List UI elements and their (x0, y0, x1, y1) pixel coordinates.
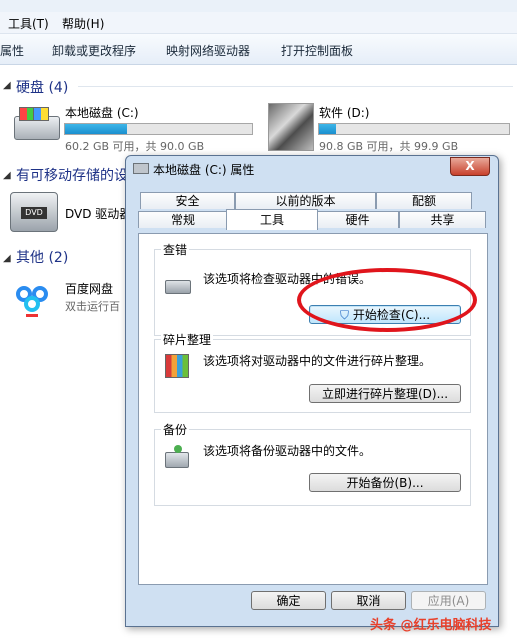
tab-tools[interactable]: 工具 (226, 209, 318, 230)
tab-security[interactable]: 安全 (140, 192, 235, 209)
check-disk-icon (165, 280, 191, 294)
defrag-desc: 该选项将对驱动器中的文件进行碎片整理。 (203, 354, 432, 368)
hard-drive-icon (14, 107, 60, 140)
close-button[interactable]: X (450, 157, 490, 176)
ok-button[interactable]: 确定 (251, 591, 326, 610)
highlight-annotation (297, 268, 477, 332)
group-divider (78, 86, 513, 87)
tab-hardware[interactable]: 硬件 (316, 211, 399, 228)
baidu-netdisk-icon (14, 278, 54, 318)
properties-dialog: 本地磁盘 (C:) 属性 X 安全 以前的版本 配额 常规 工具 硬件 共享 查… (125, 155, 499, 627)
group-hard-disk[interactable]: 硬盘 (4) (16, 77, 68, 97)
apply-button[interactable]: 应用(A) (411, 591, 486, 610)
dialog-title: 本地磁盘 (C:) 属性 (153, 163, 255, 177)
start-backup-button[interactable]: 开始备份(B)... (309, 473, 461, 492)
drive-icon (133, 163, 149, 174)
drive-d-usage-fill (319, 124, 337, 134)
backup-group: 备份 该选项将备份驱动器中的文件。 开始备份(B)... (154, 421, 471, 506)
error-check-legend: 查错 (161, 241, 190, 258)
backup-icon (165, 445, 189, 468)
dvd-drive-icon: DVD (10, 192, 58, 232)
cancel-button[interactable]: 取消 (331, 591, 406, 610)
toolbar-map-drive[interactable]: 映射网络驱动器 (166, 42, 250, 59)
defrag-legend: 碎片整理 (161, 331, 214, 348)
toolbar: 属性 卸载或更改程序 映射网络驱动器 打开控制面板 (0, 34, 517, 65)
defrag-now-button[interactable]: 立即进行碎片整理(D)... (309, 384, 461, 403)
drive-d-usage-bar (318, 123, 510, 135)
drive-c-detail: 60.2 GB 可用，共 90.0 GB (65, 140, 205, 153)
tab-general[interactable]: 常规 (138, 211, 228, 228)
baidu-netdisk-sub: 双击运行百 (65, 300, 120, 313)
drive-d-image-icon (268, 103, 314, 151)
tab-previous-versions[interactable]: 以前的版本 (235, 192, 376, 209)
toolbar-uninstall[interactable]: 卸载或更改程序 (52, 42, 136, 59)
drive-c-usage-fill (65, 124, 127, 134)
tab-quota[interactable]: 配额 (376, 192, 472, 209)
collapse-icon[interactable]: ◢ (3, 170, 11, 181)
backup-desc: 该选项将备份驱动器中的文件。 (203, 444, 372, 458)
defrag-icon (165, 354, 189, 378)
baidu-netdisk-name: 百度网盘 (65, 282, 114, 296)
backup-legend: 备份 (161, 421, 190, 438)
menu-bar: 工具(T) 帮助(H) (0, 12, 517, 34)
drive-c-usage-bar (64, 123, 253, 135)
defrag-group: 碎片整理 该选项将对驱动器中的文件进行碎片整理。 立即进行碎片整理(D)... (154, 331, 471, 413)
drive-d-detail: 90.8 GB 可用，共 99.9 GB (319, 140, 459, 153)
group-other[interactable]: 其他 (2) (16, 247, 68, 267)
menu-help[interactable]: 帮助(H) (62, 15, 104, 32)
drive-c-name: 本地磁盘 (C:) (65, 106, 139, 120)
collapse-icon[interactable]: ◢ (3, 253, 11, 264)
toolbar-control-panel[interactable]: 打开控制面板 (281, 42, 353, 59)
tab-sharing[interactable]: 共享 (399, 211, 486, 228)
group-removable[interactable]: 有可移动存储的设 (16, 165, 128, 185)
collapse-icon[interactable]: ◢ (3, 80, 11, 91)
menu-tools[interactable]: 工具(T) (8, 15, 49, 32)
watermark: 头条 @红乐电脑科技 (370, 618, 492, 633)
dvd-drive-name: DVD 驱动器 (65, 207, 132, 221)
drive-d-name: 软件 (D:) (319, 106, 370, 120)
toolbar-properties[interactable]: 属性 (0, 42, 24, 59)
